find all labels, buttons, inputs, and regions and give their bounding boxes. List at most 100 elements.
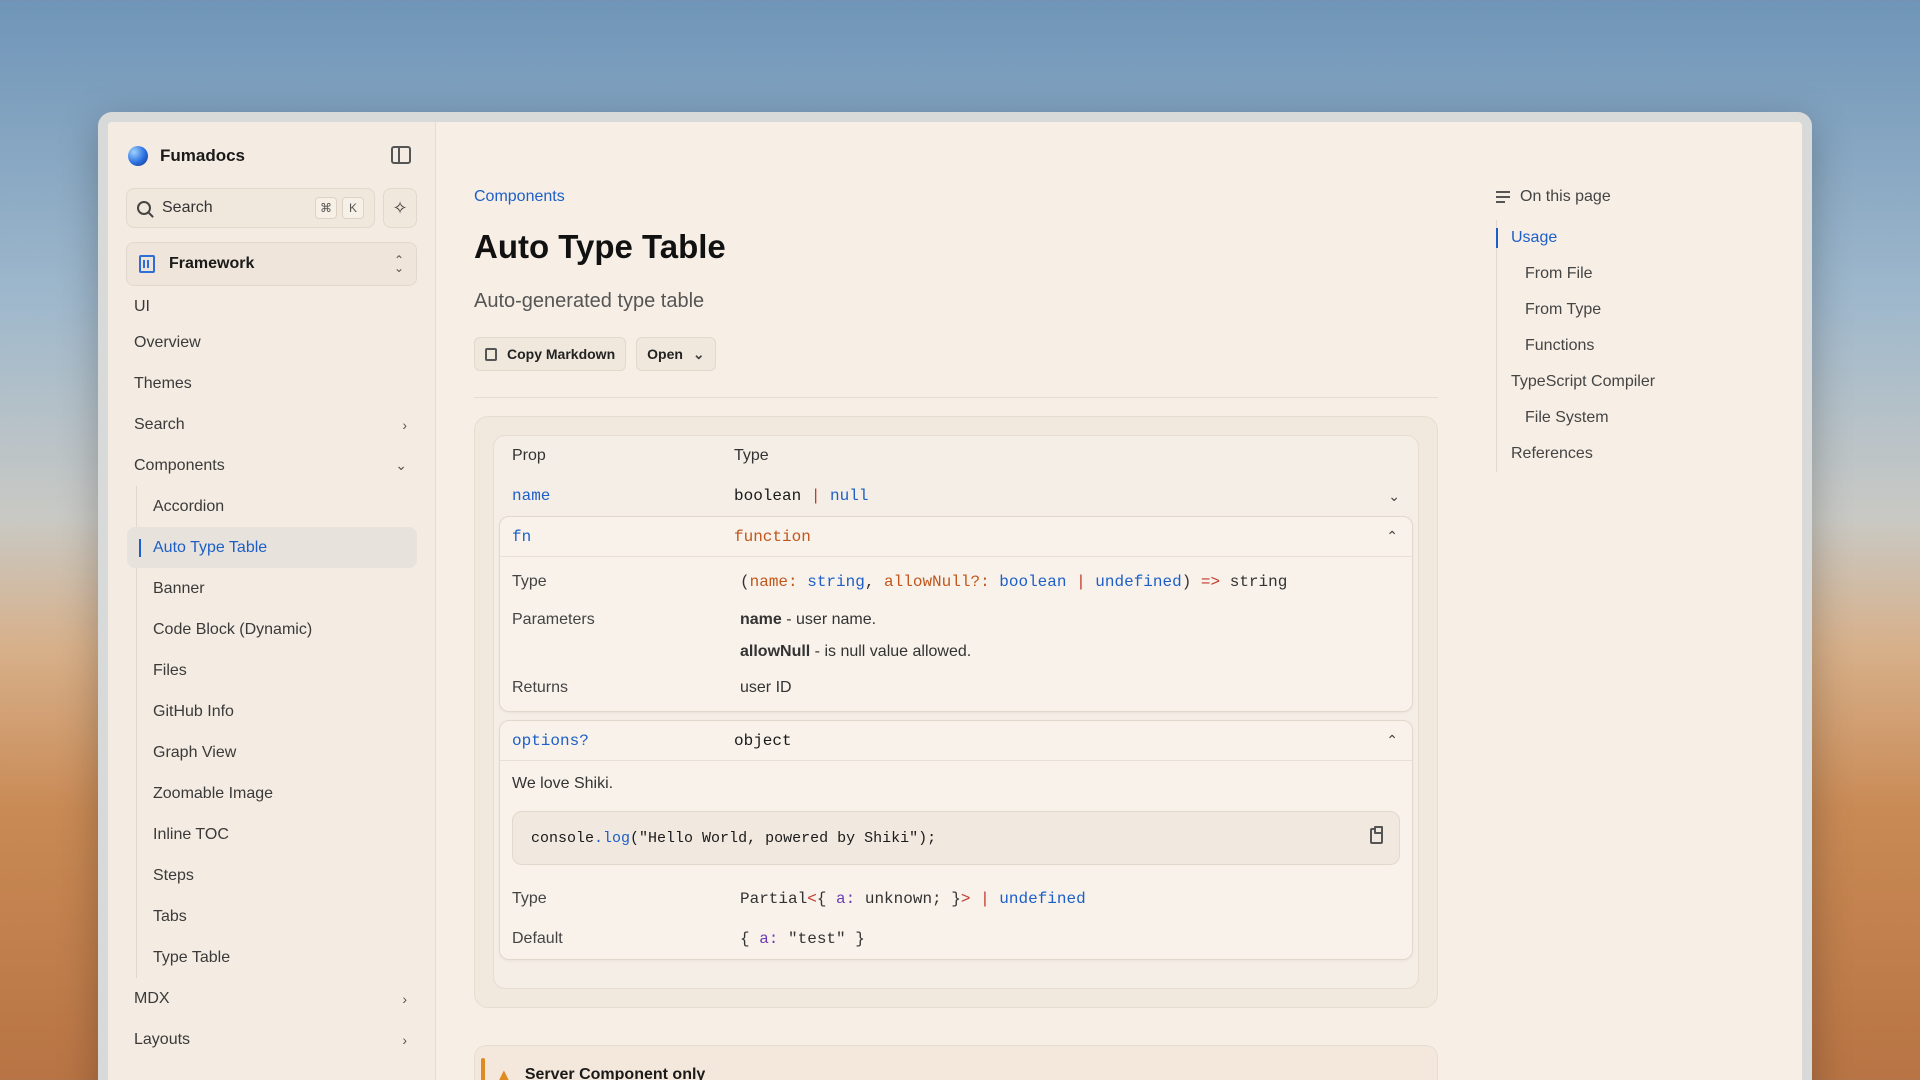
param-2: allowNull - is null value allowed. [740,643,1400,661]
table-of-contents: On this page Usage From File From Type F… [1496,188,1756,472]
page-title: Auto Type Table [474,228,726,265]
sidebar-item-type-table[interactable]: Type Table [137,937,417,978]
page-actions: Copy Markdown Open ⌄ [474,337,1438,371]
chevron-down-icon: ⌄ [1388,487,1400,504]
prop-name: fn [512,527,532,546]
framework-label: Framework [169,255,255,272]
returns-value: user ID [740,679,792,696]
sidebar-item-files[interactable]: Files [137,650,417,691]
sidebar-collapse-icon[interactable] [391,146,411,164]
sidebar-item-label: Overview [134,333,201,351]
sidebar-item-label: Inline TOC [153,825,229,843]
sidebar-item-overview[interactable]: Overview [126,322,417,363]
chevron-up-icon: ⌃ [1386,528,1398,544]
sidebar-item-search[interactable]: Search › [126,404,417,445]
sig-token: name: [749,573,798,591]
sidebar-item-label: Files [153,661,187,679]
shortcut-cmd-key: ⌘ [315,197,337,219]
sidebar-item-mdx[interactable]: MDX › [126,978,417,1019]
search-row: Search ⌘ K ✧ [126,188,417,228]
clipboard-icon[interactable] [1370,826,1383,844]
divider [474,397,1438,398]
sig-token: => [1200,573,1221,591]
type-table: Prop Type name boolean | null ⌄ fn funct… [493,435,1419,989]
copy-markdown-button[interactable]: Copy Markdown [474,337,627,371]
code-token: log [603,829,631,847]
search-button[interactable]: Search ⌘ K [126,188,375,228]
table-row-name[interactable]: name boolean | null ⌄ [494,476,1418,516]
fn-params-detail-2: allowNull - is null value allowed. [500,637,1412,667]
chevron-down-icon: ⌄ [395,457,407,473]
type-token: a: [836,890,856,908]
sidebar-item-accordion[interactable]: Accordion [137,486,417,527]
toc-item-typescript-compiler[interactable]: TypeScript Compiler [1497,364,1756,400]
type-token: null [830,487,869,505]
description-text: We love Shiki. [512,775,614,792]
sidebar-item-label: Zoomable Image [153,784,274,802]
type-token: unknown; } [855,890,961,908]
toc-item-references[interactable]: References [1497,436,1756,472]
sig-token: allowNull?: [884,573,990,591]
type-token: undefined [999,890,1086,908]
sidebar-item-label: Themes [134,374,192,392]
page-subtitle: Auto-generated type table [474,290,705,312]
type-token: { [816,890,837,908]
toc-heading: On this page [1496,188,1756,206]
default-token: a: [759,930,779,948]
toc-item-usage[interactable]: Usage [1496,220,1756,256]
sidebar-item-label: Code Block (Dynamic) [153,620,313,638]
sidebar-item-tabs[interactable]: Tabs [137,896,417,937]
app-window: Fumadocs Search ⌘ K ✧ Framework ⌃ ⌄ UI Ov… [98,112,1812,1080]
warning-callout: ▲ Server Component only [474,1045,1438,1080]
brand[interactable]: Fumadocs [126,138,417,174]
breadcrumb[interactable]: Components [474,188,1438,206]
sidebar-item-inline-toc[interactable]: Inline TOC [137,814,417,855]
sparkle-icon: ✧ [392,197,408,218]
table-row-options[interactable]: options? object ⌃ [500,721,1412,761]
code-token: console [531,829,595,847]
sidebar-item-layouts[interactable]: Layouts › [126,1019,417,1060]
sidebar-item-steps[interactable]: Steps [137,855,417,896]
toc-item-functions[interactable]: Functions [1497,328,1756,364]
sig-token: undefined [1095,573,1182,591]
fn-type-detail: Type (name: string, allowNull?: boolean … [500,561,1412,603]
prop-name: options? [512,731,589,750]
sidebar-item-label: Graph View [153,743,237,761]
type-token: | [801,487,831,505]
framework-selector[interactable]: Framework ⌃ ⌄ [126,242,417,286]
type-token: boolean [734,487,802,505]
code-token: . [594,829,604,847]
code-block: console.log("Hello World, powered by Shi… [512,811,1400,865]
chevron-right-icon: › [402,990,407,1007]
shortcut-k-key: K [342,197,364,219]
sidebar-item-themes[interactable]: Themes [126,363,417,404]
table-row-fn-expanded: fn function ⌃ Type (name: string, allowN… [499,516,1413,712]
open-dropdown-button[interactable]: Open ⌄ [636,337,716,371]
components-subnav: Accordion Auto Type Table Banner Code Bl… [127,486,417,978]
chevron-down-icon: ⌄ [692,345,705,362]
sidebar-item-github-info[interactable]: GitHub Info [137,691,417,732]
toc-item-from-type[interactable]: From Type [1497,292,1756,328]
sidebar-item-auto-type-table[interactable]: Auto Type Table [127,527,417,568]
brand-name: Fumadocs [160,146,246,165]
default-token: "test" } [778,930,865,948]
sidebar-item-components[interactable]: Components ⌄ [126,445,417,486]
sig-token: | [1066,573,1096,591]
table-header: Prop Type [494,436,1418,476]
chevron-right-icon: › [402,416,407,433]
sidebar-item-code-block-dynamic[interactable]: Code Block (Dynamic) [137,609,417,650]
table-row-fn[interactable]: fn function ⌃ [500,517,1412,557]
sidebar-item-banner[interactable]: Banner [137,568,417,609]
sidebar-item-graph-view[interactable]: Graph View [137,732,417,773]
prop-type: function [734,527,811,546]
toc-item-from-file[interactable]: From File [1497,256,1756,292]
param-name: allowNull [740,643,811,660]
ai-sparkle-button[interactable]: ✧ [383,188,417,228]
param-name: name [740,611,782,628]
sidebar-item-label: Steps [153,866,194,884]
toc-item-file-system[interactable]: File System [1497,400,1756,436]
sidebar-item-zoomable-image[interactable]: Zoomable Image [137,773,417,814]
search-icon [137,201,151,215]
default-token: { [740,930,760,948]
fn-signature: (name: string, allowNull?: boolean | und… [740,573,1400,591]
